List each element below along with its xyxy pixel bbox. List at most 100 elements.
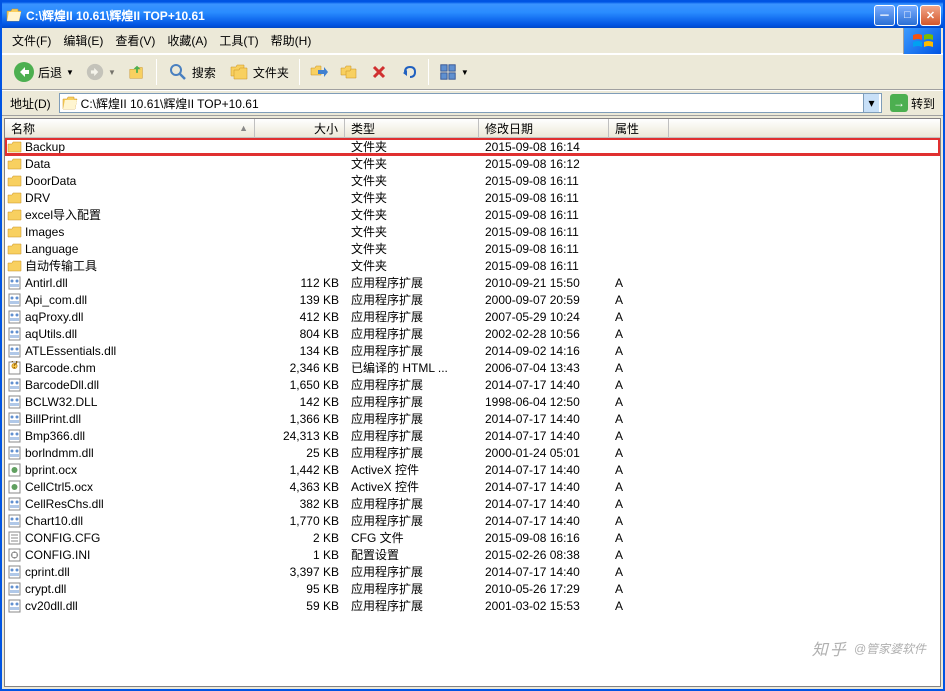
up-button[interactable] [123, 59, 151, 85]
file-type: 应用程序扩展 [345, 427, 479, 444]
file-name: ATLEssentials.dll [25, 344, 116, 358]
file-row[interactable]: cprint.dll3,397 KB应用程序扩展2014-07-17 14:40… [5, 563, 940, 580]
dll-icon [7, 514, 23, 528]
cfg-icon [7, 531, 23, 545]
file-date: 2015-09-08 16:11 [479, 242, 609, 256]
file-row[interactable]: CONFIG.CFG2 KBCFG 文件2015-09-08 16:16A [5, 529, 940, 546]
file-row[interactable]: CONFIG.INI1 KB配置设置2015-02-26 08:38A [5, 546, 940, 563]
column-size[interactable]: 大小 [255, 119, 345, 137]
file-row[interactable]: aqProxy.dll412 KB应用程序扩展2007-05-29 10:24A [5, 308, 940, 325]
file-type: 应用程序扩展 [345, 597, 479, 614]
address-text: C:\辉煌II 10.61\辉煌II TOP+10.61 [81, 95, 863, 112]
file-row[interactable]: Backup文件夹2015-09-08 16:14 [5, 138, 940, 155]
undo-button[interactable] [395, 59, 423, 85]
file-row[interactable]: CellCtrl5.ocx4,363 KBActiveX 控件2014-07-1… [5, 478, 940, 495]
delete-button[interactable] [365, 59, 393, 85]
back-button[interactable]: 后退 ▼ [8, 57, 79, 87]
file-row[interactable]: ATLEssentials.dll134 KB应用程序扩展2014-09-02 … [5, 342, 940, 359]
menu-edit[interactable]: 编辑(E) [57, 30, 109, 51]
file-type: 应用程序扩展 [345, 410, 479, 427]
delete-icon [370, 63, 388, 81]
file-row[interactable]: aqUtils.dll804 KB应用程序扩展2002-02-28 10:56A [5, 325, 940, 342]
file-row[interactable]: BillPrint.dll1,366 KB应用程序扩展2014-07-17 14… [5, 410, 940, 427]
address-input[interactable]: C:\辉煌II 10.61\辉煌II TOP+10.61 ▾ [59, 93, 882, 113]
file-date: 2015-09-08 16:11 [479, 225, 609, 239]
back-icon [13, 61, 35, 83]
folder-icon [7, 208, 23, 222]
dll-icon [7, 327, 23, 341]
file-date: 2007-05-29 10:24 [479, 310, 609, 324]
file-row[interactable]: Antirl.dll112 KB应用程序扩展2010-09-21 15:50A [5, 274, 940, 291]
folders-button[interactable]: 文件夹 [223, 57, 294, 87]
file-date: 2010-09-21 15:50 [479, 276, 609, 290]
titlebar[interactable]: C:\辉煌II 10.61\辉煌II TOP+10.61 － □ ✕ [2, 2, 943, 28]
maximize-button[interactable]: □ [897, 5, 918, 26]
file-date: 2014-07-17 14:40 [479, 497, 609, 511]
file-type: 应用程序扩展 [345, 393, 479, 410]
file-row[interactable]: excel导入配置文件夹2015-09-08 16:11 [5, 206, 940, 223]
copy-button[interactable] [335, 59, 363, 85]
forward-icon [86, 63, 104, 81]
file-row[interactable]: borlndmm.dll25 KB应用程序扩展2000-01-24 05:01A [5, 444, 940, 461]
file-row[interactable]: Barcode.chm2,346 KB已编译的 HTML ...2006-07-… [5, 359, 940, 376]
file-type: 应用程序扩展 [345, 308, 479, 325]
file-row[interactable]: Chart10.dll1,770 KB应用程序扩展2014-07-17 14:4… [5, 512, 940, 529]
file-attr: A [609, 378, 669, 392]
column-date[interactable]: 修改日期 [479, 119, 609, 137]
menu-view[interactable]: 查看(V) [109, 30, 161, 51]
file-row[interactable]: Data文件夹2015-09-08 16:12 [5, 155, 940, 172]
sort-asc-icon: ▲ [239, 123, 248, 133]
move-button[interactable] [305, 59, 333, 85]
close-button[interactable]: ✕ [920, 5, 941, 26]
ocx-icon [7, 480, 23, 494]
column-attr[interactable]: 属性 [609, 119, 669, 137]
file-date: 2006-07-04 13:43 [479, 361, 609, 375]
file-row[interactable]: DoorData文件夹2015-09-08 16:11 [5, 172, 940, 189]
move-icon [310, 63, 328, 81]
menu-favorites[interactable]: 收藏(A) [161, 30, 213, 51]
folder-icon [7, 225, 23, 239]
ocx-icon [7, 463, 23, 477]
file-type: 应用程序扩展 [345, 563, 479, 580]
file-row[interactable]: crypt.dll95 KB应用程序扩展2010-05-26 17:29A [5, 580, 940, 597]
folder-icon [7, 157, 23, 171]
file-size: 412 KB [255, 310, 345, 324]
file-name: borlndmm.dll [25, 446, 94, 460]
file-row[interactable]: 自动传输工具文件夹2015-09-08 16:11 [5, 257, 940, 274]
file-size: 1,442 KB [255, 463, 345, 477]
file-row[interactable]: Api_com.dll139 KB应用程序扩展2000-09-07 20:59A [5, 291, 940, 308]
menu-help[interactable]: 帮助(H) [265, 30, 318, 51]
file-attr: A [609, 497, 669, 511]
file-row[interactable]: BarcodeDll.dll1,650 KB应用程序扩展2014-07-17 1… [5, 376, 940, 393]
menu-file[interactable]: 文件(F) [6, 30, 57, 51]
menu-tools[interactable]: 工具(T) [213, 30, 264, 51]
file-list-view[interactable]: 名称▲ 大小 类型 修改日期 属性 Backup文件夹2015-09-08 16… [4, 118, 941, 687]
file-row[interactable]: Images文件夹2015-09-08 16:11 [5, 223, 940, 240]
file-row[interactable]: Bmp366.dll24,313 KB应用程序扩展2014-07-17 14:4… [5, 427, 940, 444]
file-type: 应用程序扩展 [345, 274, 479, 291]
file-row[interactable]: bprint.ocx1,442 KBActiveX 控件2014-07-17 1… [5, 461, 940, 478]
forward-button[interactable]: ▼ [81, 59, 121, 85]
address-dropdown[interactable]: ▾ [863, 94, 879, 112]
file-type: 应用程序扩展 [345, 444, 479, 461]
file-row[interactable]: CellResChs.dll382 KB应用程序扩展2014-07-17 14:… [5, 495, 940, 512]
column-name[interactable]: 名称▲ [5, 119, 255, 137]
dll-icon [7, 446, 23, 460]
go-button[interactable]: → 转到 [886, 93, 939, 113]
file-attr: A [609, 446, 669, 460]
file-row[interactable]: DRV文件夹2015-09-08 16:11 [5, 189, 940, 206]
file-name: CellCtrl5.ocx [25, 480, 93, 494]
dll-icon [7, 276, 23, 290]
file-row[interactable]: Language文件夹2015-09-08 16:11 [5, 240, 940, 257]
file-row[interactable]: cv20dll.dll59 KB应用程序扩展2001-03-02 15:53A [5, 597, 940, 614]
column-type[interactable]: 类型 [345, 119, 479, 137]
file-attr: A [609, 429, 669, 443]
file-date: 2010-05-26 17:29 [479, 582, 609, 596]
views-button[interactable]: ▼ [434, 59, 474, 85]
search-button[interactable]: 搜索 [162, 57, 221, 87]
file-size: 1,650 KB [255, 378, 345, 392]
minimize-button[interactable]: － [874, 5, 895, 26]
file-date: 2015-09-08 16:14 [479, 140, 609, 154]
file-row[interactable]: BCLW32.DLL142 KB应用程序扩展1998-06-04 12:50A [5, 393, 940, 410]
file-date: 2014-07-17 14:40 [479, 378, 609, 392]
